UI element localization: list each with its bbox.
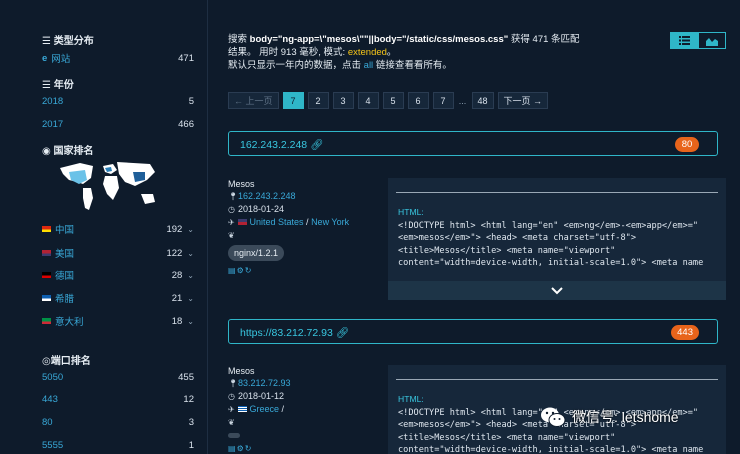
result-host-bar[interactable]: https://83.212.72.93 🔗︎ 443 bbox=[228, 319, 718, 344]
expand-button[interactable] bbox=[388, 281, 726, 300]
page-button[interactable]: 48 bbox=[471, 92, 494, 109]
host-link[interactable]: https://83.212.72.93 bbox=[240, 327, 333, 339]
port-item-443[interactable]: 443 12 bbox=[42, 392, 194, 406]
chevron-down-icon[interactable]: ⌄ bbox=[187, 317, 194, 326]
country-link[interactable]: Greece bbox=[250, 404, 280, 414]
result-date: 2018-01-12 bbox=[238, 391, 285, 401]
result-meta: Mesos 📍︎162.243.2.248 ◷ 2018-01-24 ✈ Unit… bbox=[228, 178, 378, 277]
html-snippet: <!DOCTYPE html> <html lang="en" <em>ng</… bbox=[398, 220, 704, 269]
search-summary: 搜索 body="ng-app=\"mesos\""||body="/stati… bbox=[228, 34, 580, 71]
results-panel: 搜索 body="ng-app=\"mesos\""||body="/stati… bbox=[228, 0, 728, 454]
result-date: 2018-01-24 bbox=[238, 204, 285, 214]
port-badge: 80 bbox=[675, 137, 699, 152]
flag-icon bbox=[42, 318, 51, 324]
port-section-title: ◎端口排名 bbox=[42, 356, 91, 367]
list-icon bbox=[678, 36, 690, 45]
flag-icon bbox=[42, 226, 51, 232]
file-icon[interactable]: ▤ bbox=[228, 444, 237, 453]
html-label: HTML: bbox=[398, 207, 424, 217]
pagination: ← 上一页 7 2 3 4 5 6 7 ... 48 下一页 → bbox=[228, 92, 549, 109]
page-button[interactable]: 7 bbox=[432, 92, 454, 109]
next-page-button[interactable]: 下一页 → bbox=[497, 92, 549, 109]
map-marker-icon: 📍︎ bbox=[228, 379, 239, 388]
ip-link[interactable]: 162.243.2.248 bbox=[238, 191, 296, 201]
flag-icon bbox=[238, 219, 247, 225]
link-icon[interactable]: 🔗︎ bbox=[310, 139, 323, 151]
flag-icon bbox=[42, 295, 51, 301]
mode-value: extended bbox=[347, 47, 387, 58]
prev-page-button[interactable]: ← 上一页 bbox=[228, 92, 279, 109]
flag-icon bbox=[42, 250, 51, 256]
world-map[interactable] bbox=[55, 158, 160, 212]
chart-view-button[interactable] bbox=[698, 32, 726, 49]
globe-icon: ◉ bbox=[42, 146, 51, 157]
wechat-watermark: 微信号: letshome bbox=[540, 406, 679, 428]
result-meta: Mesos 📍︎83.212.72.93 ◷ 2018-01-12 ✈ Greec… bbox=[228, 365, 378, 454]
port-item-5555[interactable]: 5555 1 bbox=[42, 438, 194, 452]
country-section-title: ◉ 国家排名 bbox=[42, 146, 94, 157]
flag-icon bbox=[42, 272, 51, 278]
server-tag[interactable]: nginx/1.2.1 bbox=[228, 245, 285, 261]
chevron-down-icon[interactable]: ⌄ bbox=[187, 225, 194, 234]
country-item-china[interactable]: 中国 192 ⌄ bbox=[42, 222, 194, 236]
clock-icon: ◷ bbox=[228, 392, 235, 401]
view-toggle bbox=[670, 32, 726, 49]
page-button[interactable]: 5 bbox=[382, 92, 404, 109]
type-item-website[interactable]: e 网站 471 bbox=[42, 51, 194, 66]
flag-icon bbox=[238, 406, 247, 412]
area-chart-icon bbox=[706, 37, 718, 46]
wechat-logo-icon bbox=[541, 407, 566, 427]
link-icon[interactable]: 🔗︎ bbox=[336, 327, 349, 339]
list-icon: ☰ bbox=[42, 80, 51, 91]
refresh-icon[interactable]: ↻ bbox=[245, 266, 253, 275]
host-link[interactable]: 162.243.2.248 bbox=[240, 139, 307, 151]
list-icon: ☰ bbox=[42, 36, 51, 47]
chevron-down-icon[interactable]: ⌄ bbox=[187, 294, 194, 303]
server-tag[interactable] bbox=[228, 433, 240, 438]
country-item-greece[interactable]: 希腊 21 ⌄ bbox=[42, 291, 194, 305]
year-item-2018[interactable]: 2018 5 bbox=[42, 94, 194, 108]
country-link[interactable]: United States bbox=[250, 217, 304, 227]
all-link[interactable]: all bbox=[364, 60, 374, 71]
page-button[interactable]: 4 bbox=[357, 92, 379, 109]
plane-icon: ✈ bbox=[228, 218, 235, 227]
clock-icon: ◷ bbox=[228, 205, 235, 214]
map-marker-icon: 📍︎ bbox=[228, 192, 239, 201]
sitemap-icon[interactable]: ⚙ bbox=[237, 266, 245, 275]
ie-icon: e bbox=[42, 52, 48, 64]
port-item-80[interactable]: 80 3 bbox=[42, 415, 194, 429]
leaf-icon: ❦ bbox=[228, 231, 235, 240]
page-button[interactable]: 2 bbox=[307, 92, 329, 109]
page-ellipsis: ... bbox=[458, 95, 467, 106]
year-section-title: ☰ 年份 bbox=[42, 80, 74, 91]
country-item-germany[interactable]: 德国 28 ⌄ bbox=[42, 268, 194, 282]
result-title: Mesos bbox=[228, 366, 255, 376]
country-item-italy[interactable]: 意大利 18 ⌄ bbox=[42, 314, 194, 328]
sitemap-icon[interactable]: ⚙ bbox=[237, 444, 245, 453]
country-item-usa[interactable]: 美国 122 ⌄ bbox=[42, 246, 194, 260]
ip-link[interactable]: 83.212.72.93 bbox=[238, 378, 291, 388]
chevron-down-icon bbox=[551, 286, 563, 294]
refresh-icon[interactable]: ↻ bbox=[245, 444, 253, 453]
chevron-down-icon[interactable]: ⌄ bbox=[187, 271, 194, 280]
page-button[interactable]: 6 bbox=[407, 92, 429, 109]
result-title: Mesos bbox=[228, 179, 255, 189]
list-view-button[interactable] bbox=[670, 32, 698, 49]
html-label: HTML: bbox=[398, 394, 424, 404]
result-host-bar[interactable]: 162.243.2.248 🔗︎ 80 bbox=[228, 131, 718, 156]
html-preview: HTML: <!DOCTYPE html> <html lang="en" <em… bbox=[388, 178, 726, 300]
chevron-down-icon[interactable]: ⌄ bbox=[187, 249, 194, 258]
file-icon[interactable]: ▤ bbox=[228, 266, 237, 275]
port-item-5050[interactable]: 5050 455 bbox=[42, 370, 194, 384]
leaf-icon: ❦ bbox=[228, 418, 235, 427]
city-link[interactable]: New York bbox=[311, 217, 349, 227]
page-button[interactable]: 3 bbox=[332, 92, 354, 109]
type-section-title: ☰ 类型分布 bbox=[42, 36, 94, 47]
year-item-2017[interactable]: 2017 466 bbox=[42, 117, 194, 131]
target-icon: ◎ bbox=[42, 356, 51, 367]
port-badge: 443 bbox=[671, 325, 699, 340]
sidebar: ☰ 类型分布 e 网站 471 ☰ 年份 2018 5 2017 466 ◉ 国家… bbox=[0, 0, 208, 454]
plane-icon: ✈ bbox=[228, 405, 235, 414]
page-button[interactable]: 7 bbox=[282, 92, 304, 109]
